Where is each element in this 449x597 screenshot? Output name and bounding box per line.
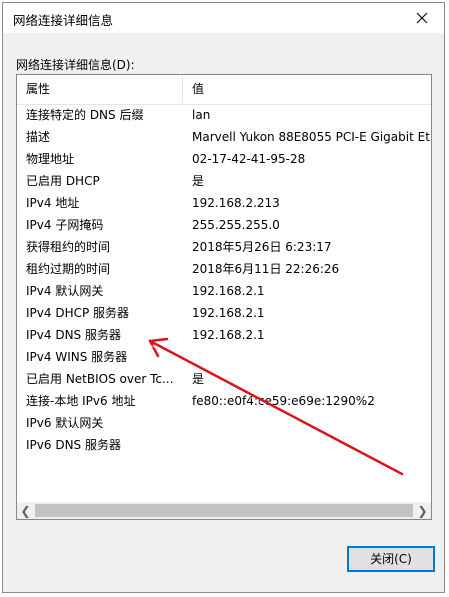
row-value: lan [192,108,211,122]
row-value: 02-17-42-41-95-28 [192,152,306,166]
table-row[interactable]: IPv6 默认网关 [17,412,431,434]
network-details-dialog: 网络连接详细信息 网络连接详细信息(D): 属性 值 连接特定的 DNS 后缀 l… [2,2,445,593]
close-icon [416,12,428,24]
row-property: 物理地址 [26,152,75,166]
row-value: 2018年6月11日 22:26:26 [192,262,340,276]
row-property: 已启用 DHCP [26,174,100,188]
row-value: 是 [192,372,205,386]
row-value: 192.168.2.213 [192,196,280,210]
horizontal-scrollbar[interactable]: ❮ ❯ [17,502,431,519]
details-list[interactable]: 属性 值 连接特定的 DNS 后缀 lan 描述 Marvell Yukon 88E8… [16,74,432,520]
chevron-left-icon[interactable]: ❮ [17,502,34,519]
table-row[interactable]: IPv4 DHCP 服务器 192.168.2.1 [17,302,431,324]
window-close-button[interactable] [400,3,444,33]
row-value: 255.255.255.0 [192,218,280,232]
table-row[interactable]: IPv4 DNS 服务器 192.168.2.1 [17,324,431,346]
list-rows: 连接特定的 DNS 后缀 lan 描述 Marvell Yukon 88E8055 P… [17,104,431,456]
row-property: 获得租约的时间 [26,240,111,254]
row-value: fe80::e0f4:ce59:e69e:1290%2 [192,394,375,408]
chevron-right-icon[interactable]: ❯ [414,502,431,519]
row-property: 已启用 NetBIOS over Tc... [26,372,174,386]
row-value: 是 [192,174,205,188]
table-row[interactable]: IPv4 地址 192.168.2.213 [17,192,431,214]
table-row[interactable]: 租约过期的时间 2018年6月11日 22:26:26 [17,258,431,280]
column-header-property[interactable]: 属性 [17,75,183,103]
table-row[interactable]: IPv4 WINS 服务器 [17,346,431,368]
close-button[interactable]: 关闭(C) [347,546,435,572]
row-property: IPv6 默认网关 [26,416,104,430]
row-property: IPv4 DHCP 服务器 [26,306,130,320]
row-property: IPv4 子网掩码 [26,218,104,232]
column-header-value[interactable]: 值 [183,75,431,103]
row-value: 192.168.2.1 [192,284,265,298]
table-row[interactable]: IPv4 子网掩码 255.255.255.0 [17,214,431,236]
row-property: IPv6 DNS 服务器 [26,438,121,452]
row-value: 2018年5月26日 6:23:17 [192,240,332,254]
row-property: 连接-本地 IPv6 地址 [26,394,136,408]
row-property: IPv4 WINS 服务器 [26,350,128,364]
row-property: 租约过期的时间 [26,262,111,276]
table-row[interactable]: 获得租约的时间 2018年5月26日 6:23:17 [17,236,431,258]
row-value: 192.168.2.1 [192,306,265,320]
row-value: 192.168.2.1 [192,328,265,342]
table-row[interactable]: 连接特定的 DNS 后缀 lan [17,104,431,126]
row-property: 描述 [26,130,51,144]
table-row[interactable]: 物理地址 02-17-42-41-95-28 [17,148,431,170]
row-property: IPv4 默认网关 [26,284,104,298]
table-row[interactable]: 连接-本地 IPv6 地址 fe80::e0f4:ce59:e69e:1290%2 [17,390,431,412]
table-row[interactable]: IPv6 DNS 服务器 [17,434,431,456]
table-row[interactable]: 已启用 DHCP 是 [17,170,431,192]
title-bar: 网络连接详细信息 [3,3,444,33]
scrollbar-thumb[interactable] [35,504,413,517]
row-property: IPv4 DNS 服务器 [26,328,121,342]
details-list-label: 网络连接详细信息(D): [16,58,135,72]
table-row[interactable]: 已启用 NetBIOS over Tc... 是 [17,368,431,390]
table-row[interactable]: 描述 Marvell Yukon 88E8055 PCI-E Gigabit Et [17,126,431,148]
row-property: IPv4 地址 [26,196,80,210]
row-property: 连接特定的 DNS 后缀 [26,108,144,122]
window-title: 网络连接详细信息 [13,13,114,28]
list-header: 属性 值 [17,75,431,105]
row-value: Marvell Yukon 88E8055 PCI-E Gigabit Et [192,130,430,144]
table-row[interactable]: IPv4 默认网关 192.168.2.1 [17,280,431,302]
